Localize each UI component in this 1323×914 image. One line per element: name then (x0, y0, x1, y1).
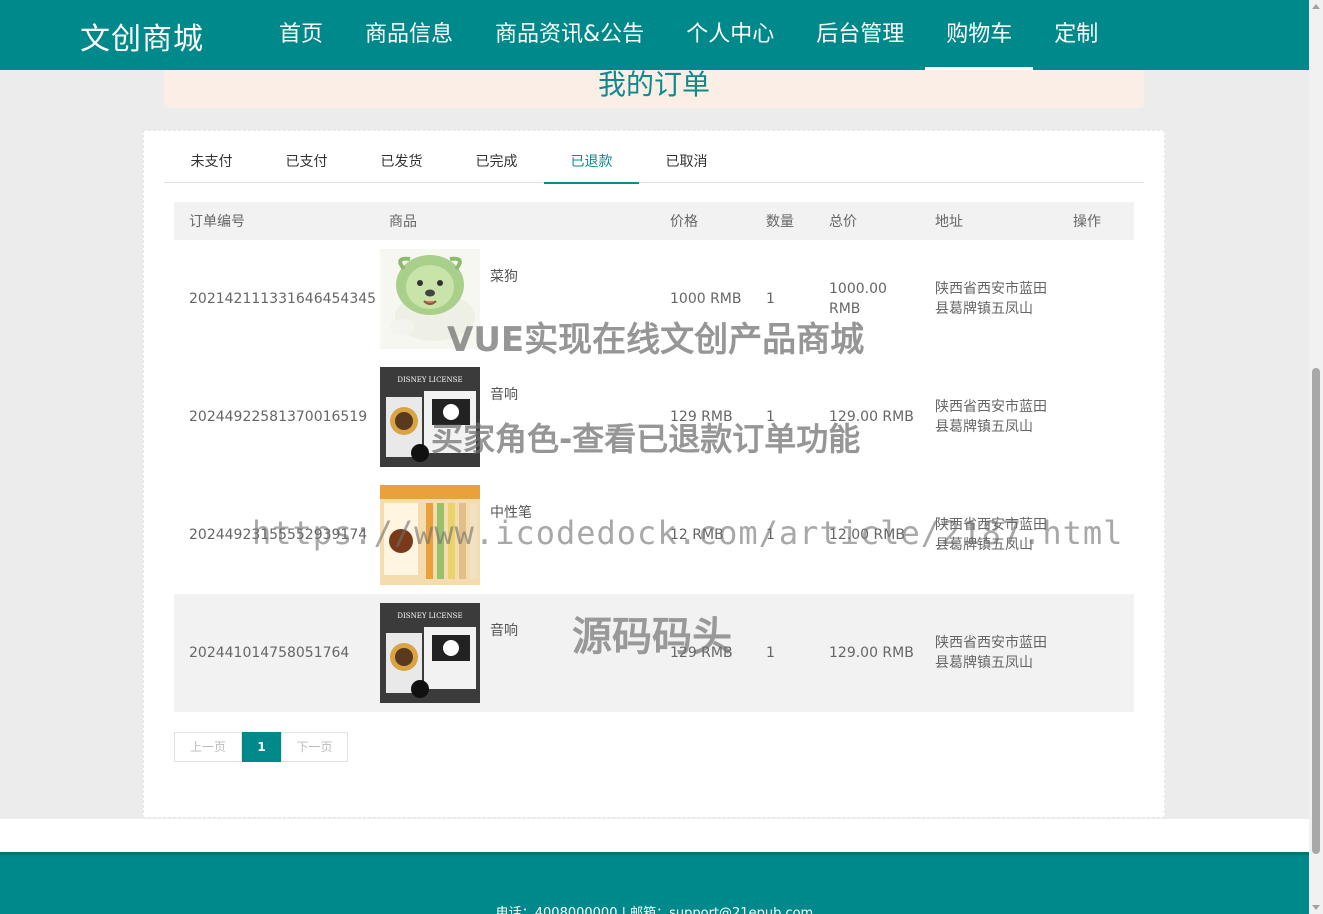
col-qty: 数量 (751, 202, 814, 240)
product-name: 菜狗 (490, 269, 518, 285)
action-cell (1058, 594, 1134, 712)
quantity: 1 (766, 409, 775, 425)
orders-table: 订单编号 商品 价格 数量 总价 地址 操作 20214211133164645… (174, 202, 1134, 712)
scroll-thumb[interactable] (1312, 368, 1320, 854)
col-product: 商品 (374, 202, 655, 240)
total-price: 129.00 RMB (829, 409, 914, 425)
table-header-row: 订单编号 商品 价格 数量 总价 地址 操作 (174, 202, 1134, 240)
disney-speaker-image[interactable]: DISNEY LICENSE (380, 603, 480, 703)
table-row: 202441014758051764 DISNEY LICENSE 音响 129… (174, 594, 1134, 712)
footer: 电话：4008000000 | 邮箱：support@21epub.com (0, 852, 1309, 914)
tab-shipped[interactable]: 已发货 (354, 143, 449, 183)
nav-customize[interactable]: 定制 (1033, 0, 1119, 70)
page-title: 我的订单 (597, 68, 710, 101)
footer-contact: 电话：4008000000 | 邮箱：support@21epub.com (495, 906, 814, 914)
product-name: 音响 (490, 623, 518, 639)
address: 陕西省西安市蓝田县葛牌镇五凤山 (935, 281, 1047, 317)
page-bottom-spacer (0, 819, 1309, 852)
scroll-down-arrow-icon[interactable] (1312, 905, 1320, 910)
site-logo[interactable]: 文创商城 (80, 14, 204, 58)
product-name: 音响 (490, 387, 518, 403)
tab-cancelled[interactable]: 已取消 (639, 143, 734, 183)
action-cell (1058, 476, 1134, 594)
col-action: 操作 (1058, 202, 1134, 240)
price: 1000 RMB (670, 291, 742, 307)
address: 陕西省西安市蓝田县葛牌镇五凤山 (935, 399, 1047, 435)
order-no: 20244923155552939174 (189, 527, 368, 543)
order-no: 202441014758051764 (174, 594, 374, 712)
nav-admin[interactable]: 后台管理 (795, 0, 925, 70)
disney-speaker-image[interactable]: DISNEY LICENSE (380, 367, 480, 467)
cabbage-dog-image[interactable] (380, 249, 480, 349)
order-no: 202142111331646454345 (189, 291, 377, 307)
gel-pen-image[interactable] (380, 485, 480, 585)
table-row: 202142111331646454345 菜狗 1000 RMB 1 1000… (174, 240, 1134, 358)
pagination: 上一页 1 下一页 (174, 732, 348, 762)
col-price: 价格 (655, 202, 751, 240)
total-price: 1000.00 RMB (829, 281, 887, 317)
tab-unpaid[interactable]: 未支付 (164, 143, 259, 183)
current-page-button[interactable]: 1 (242, 732, 281, 762)
col-total: 总价 (814, 202, 920, 240)
nav-cart[interactable]: 购物车 (925, 0, 1034, 70)
col-order-no: 订单编号 (174, 202, 374, 240)
order-status-tabs: 未支付 已支付 已发货 已完成 已退款 已取消 (164, 143, 1144, 184)
quantity: 1 (766, 291, 775, 307)
total-price: 129.00 RMB (814, 594, 920, 712)
nav-profile[interactable]: 个人中心 (665, 0, 795, 70)
total-price: 12.00 RMB (829, 527, 905, 543)
price: 12 RMB (670, 527, 724, 543)
svg-text:DISNEY LICENSE: DISNEY LICENSE (397, 612, 462, 620)
action-cell (1058, 358, 1134, 476)
address: 陕西省西安市蓝田县葛牌镇五凤山 (920, 594, 1058, 712)
scroll-up-arrow-icon[interactable] (1312, 4, 1320, 9)
svg-text:DISNEY LICENSE: DISNEY LICENSE (397, 376, 462, 384)
orders-panel: 未支付 已支付 已发货 已完成 已退款 已取消 订单编号 商品 价格 数量 总价… (143, 130, 1165, 818)
tab-paid[interactable]: 已支付 (259, 143, 354, 183)
order-no: 20244922581370016519 (189, 409, 368, 425)
main-nav: 首页 商品信息 商品资讯&公告 个人中心 后台管理 购物车 定制 (258, 0, 1119, 70)
quantity: 1 (751, 594, 814, 712)
col-address: 地址 (920, 202, 1058, 240)
quantity: 1 (766, 527, 775, 543)
table-row: 20244922581370016519 DISNEY LICENSE 音响 1… (174, 358, 1134, 476)
address: 陕西省西安市蓝田县葛牌镇五凤山 (935, 517, 1047, 553)
product-name: 中性笔 (490, 505, 532, 521)
top-nav-bar: 文创商城 首页 商品信息 商品资讯&公告 个人中心 后台管理 购物车 定制 (0, 0, 1309, 70)
nav-home[interactable]: 首页 (258, 0, 344, 70)
nav-news[interactable]: 商品资讯&公告 (474, 0, 665, 70)
price: 129 RMB (655, 594, 751, 712)
tab-refunded[interactable]: 已退款 (544, 143, 639, 184)
nav-products[interactable]: 商品信息 (344, 0, 474, 70)
prev-page-button[interactable]: 上一页 (174, 732, 242, 762)
tab-completed[interactable]: 已完成 (449, 143, 544, 183)
table-row: 20244923155552939174 中性笔 12 RMB 1 12.00 … (174, 476, 1134, 594)
price: 129 RMB (670, 409, 733, 425)
action-cell (1058, 240, 1134, 358)
page-scrollbar[interactable] (1309, 0, 1323, 914)
next-page-button[interactable]: 下一页 (281, 732, 348, 762)
title-banner: 我的订单 (164, 70, 1144, 108)
